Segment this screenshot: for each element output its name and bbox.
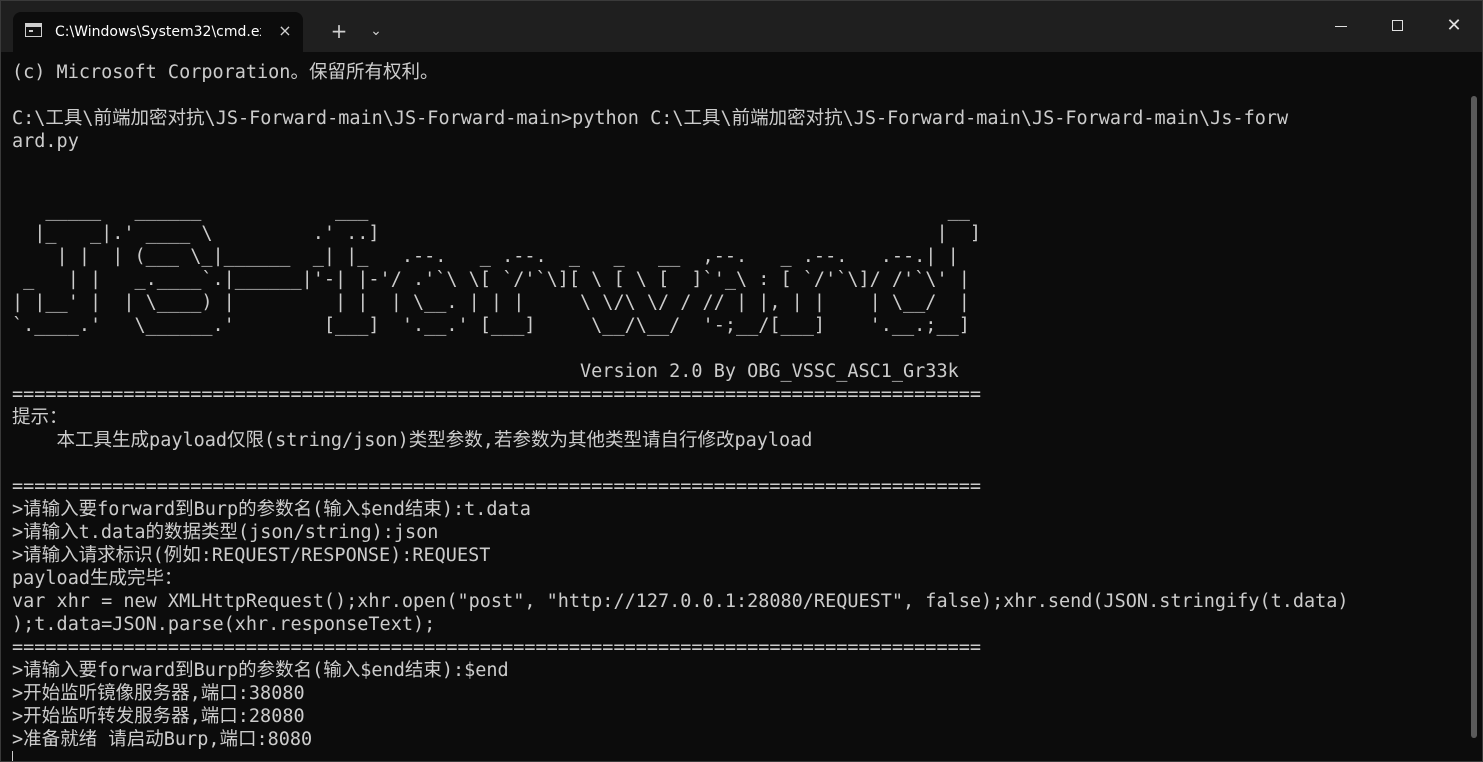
minimize-icon <box>1335 26 1347 27</box>
tab-title: C:\Windows\System32\cmd.exe <box>55 24 261 40</box>
new-tab-button[interactable]: + <box>325 17 353 45</box>
terminal-line: | | | (___ \_|______ _| |_ .--. _ .--. _… <box>12 246 959 267</box>
terminal-line: >请输入请求标识(例如:REQUEST/RESPONSE):REQUEST <box>12 545 491 566</box>
terminal-line: C:\工具\前端加密对抗\JS-Forward-main\JS-Forward-… <box>12 108 1289 129</box>
terminal-line: (c) Microsoft Corporation。保留所有权利。 <box>12 62 439 83</box>
terminal-line: | |__' | | \____) | | | | \__. | | | \ \… <box>12 292 970 313</box>
chevron-down-icon[interactable]: ⌄ <box>364 17 388 45</box>
terminal-line: Version 2.0 By OBG_VSSC_ASC1_Gr33k <box>12 361 959 382</box>
minimize-button[interactable] <box>1312 1 1370 52</box>
close-tab-icon[interactable]: × <box>275 21 295 41</box>
terminal-line: _ | | _.____`.|______|'-| |-'/ .'`\ \[ `… <box>12 269 970 290</box>
maximize-button[interactable] <box>1369 1 1427 52</box>
terminal-line: >准备就绪 请启动Burp,端口:8080 <box>12 729 313 750</box>
terminal-line: 本工具生成payload仅限(string/json)类型参数,若参数为其他类型… <box>12 430 813 451</box>
terminal-output[interactable]: (c) Microsoft Corporation。保留所有权利。 C:\工具\前… <box>12 61 1467 761</box>
terminal-line: `.____.' \______.' [___] '.__.' [___] \_… <box>12 315 970 336</box>
maximize-icon <box>1392 20 1403 31</box>
tab-cmd[interactable]: C:\Windows\System32\cmd.exe × <box>13 12 303 52</box>
vertical-scrollbar[interactable] <box>1471 96 1477 738</box>
terminal-line: >请输入t.data的数据类型(json/string):json <box>12 522 439 543</box>
close-icon: ✕ <box>1446 15 1462 36</box>
terminal-line: ard.py <box>12 131 79 152</box>
prompt-line[interactable] <box>12 751 1467 761</box>
terminal-line: payload生成完毕： <box>12 568 183 589</box>
terminal-line: );t.data=JSON.parse(xhr.responseText); <box>12 614 436 635</box>
terminal-line: >请输入要forward到Burp的参数名(输入$end结束):$end <box>12 660 509 681</box>
terminal-line: ========================================… <box>12 476 982 497</box>
terminal-line: 提示： <box>12 407 68 428</box>
terminal-line: var xhr = new XMLHttpRequest();xhr.open(… <box>12 591 1349 612</box>
terminal-line: >开始监听镜像服务器,端口:38080 <box>12 683 305 704</box>
terminal-line: ========================================… <box>12 637 982 658</box>
terminal-line: |_ _|.' ____ \ .' ..] | ] <box>12 223 982 244</box>
text-cursor <box>12 751 13 761</box>
terminal-line: >请输入要forward到Burp的参数名(输入$end结束):t.data <box>12 499 531 520</box>
terminal-line: ========================================… <box>12 384 982 405</box>
terminal-window: C:\Windows\System32\cmd.exe × + ⌄ ✕ (c) … <box>0 0 1483 762</box>
terminal-line: >开始监听转发服务器,端口:28080 <box>12 706 305 727</box>
terminal-icon <box>25 23 42 37</box>
terminal-line: _____ ______ ___ __ <box>12 200 970 221</box>
scrollbar-thumb[interactable] <box>1471 96 1477 738</box>
close-window-button[interactable]: ✕ <box>1425 1 1482 52</box>
title-bar: C:\Windows\System32\cmd.exe × + ⌄ ✕ <box>1 1 1482 52</box>
